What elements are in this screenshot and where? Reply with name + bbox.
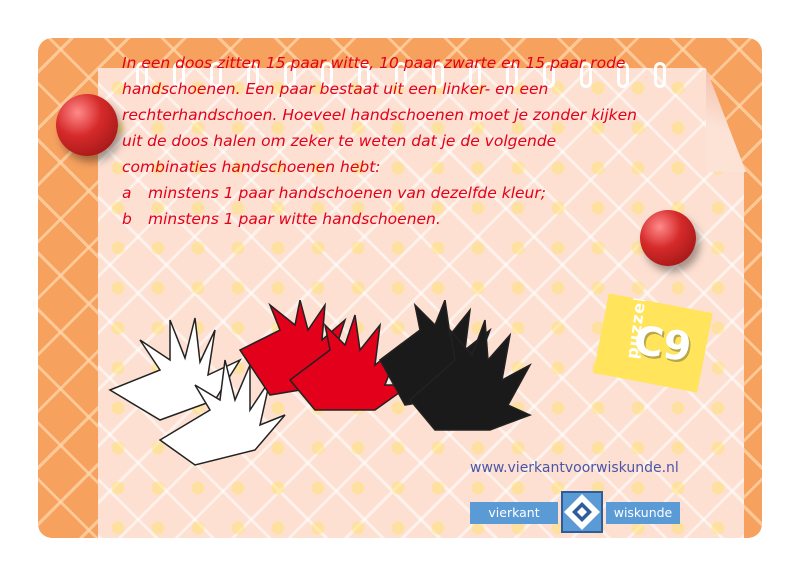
question-intro: In een doos zitten 15 paar witte, 10 paa…: [122, 54, 637, 176]
logo-left-label: vierkant: [470, 502, 558, 524]
logo-diamond-icon: [561, 491, 603, 533]
option-text: minstens 1 paar witte handschoenen.: [148, 210, 441, 228]
option-a: a minstens 1 paar handschoenen van dezel…: [122, 180, 642, 206]
option-letter: b: [122, 210, 132, 228]
puzzle-code: C9: [630, 317, 695, 372]
gloves-illustration: [108, 300, 532, 466]
black-gloves: [379, 300, 532, 431]
puzzle-question: In een doos zitten 15 paar witte, 10 paa…: [122, 50, 642, 232]
spiral-ring: [654, 62, 666, 88]
logo-right-label: wiskunde: [606, 502, 680, 524]
brand-logo: vierkant wiskunde: [470, 491, 680, 533]
push-pin-icon: [56, 94, 118, 156]
option-b: b minstens 1 paar witte handschoenen.: [122, 206, 642, 232]
website-url[interactable]: www.vierkantvoorwiskunde.nl: [470, 460, 679, 476]
push-pin-icon: [640, 210, 696, 266]
page-fold: [706, 68, 746, 172]
option-letter: a: [122, 184, 132, 202]
option-text: minstens 1 paar handschoenen van dezelfd…: [148, 184, 546, 202]
